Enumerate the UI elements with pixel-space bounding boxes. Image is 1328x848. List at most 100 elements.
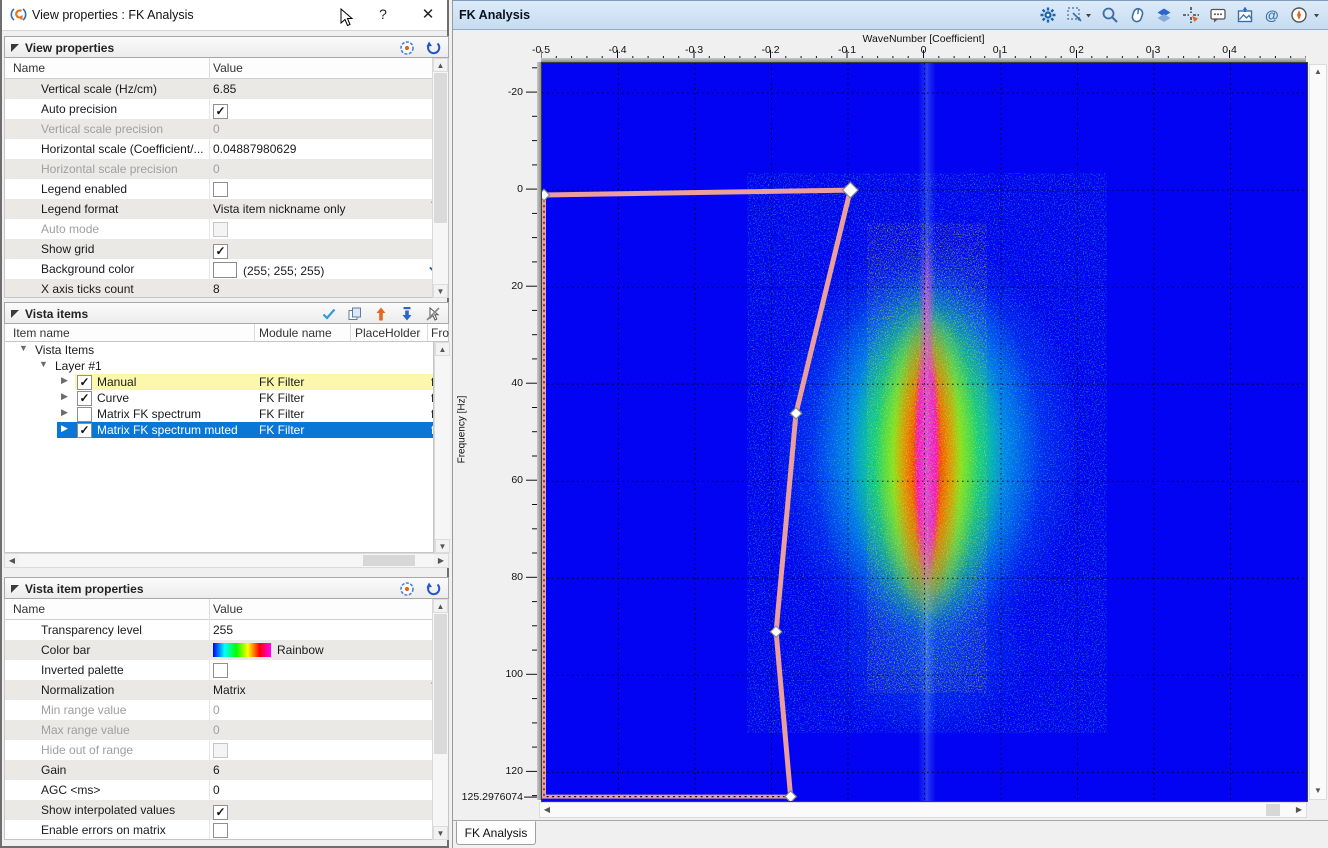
property-row-hide-out-of-range[interactable]: Hide out of range [5, 740, 448, 760]
tree-row-curve[interactable]: ▶✓CurveFK Filterfals [5, 390, 433, 406]
tab-fk-analysis[interactable]: FK Analysis [456, 821, 536, 845]
property-row-gain[interactable]: Gain6 [5, 760, 448, 780]
checkbox[interactable]: ✓ [213, 104, 228, 119]
view-properties-scrollbar[interactable]: ▲ ▼ [432, 58, 448, 298]
collapse-triangle-icon[interactable] [11, 310, 19, 318]
copy-items-icon[interactable] [346, 305, 364, 323]
property-row-agc-ms-[interactable]: AGC <ms>0 [5, 780, 448, 800]
polygon-handle[interactable] [785, 791, 796, 801]
polygon-handle[interactable] [790, 408, 801, 419]
scroll-down-arrow[interactable]: ▼ [1310, 784, 1326, 799]
move-down-icon[interactable] [398, 305, 416, 323]
select-region-icon[interactable] [1066, 6, 1092, 24]
expander-closed-icon[interactable]: ▶ [61, 375, 68, 386]
check-icon[interactable] [320, 305, 338, 323]
property-row-horizontal-scale-coefficient-[interactable]: Horizontal scale (Coefficient/...0.04887… [5, 139, 448, 159]
property-value[interactable] [213, 663, 426, 679]
annotation-icon[interactable]: @ [1263, 6, 1281, 24]
property-row-horizontal-scale-precision[interactable]: Horizontal scale precision0 [5, 159, 448, 179]
scroll-up-arrow[interactable]: ▲ [435, 342, 450, 356]
column-name[interactable]: Name [13, 61, 45, 75]
property-row-inverted-palette[interactable]: Inverted palette [5, 660, 448, 680]
plot-vertical-scrollbar[interactable]: ▲ ▼ [1309, 64, 1327, 800]
fk-spectrum-plot[interactable] [541, 62, 1308, 802]
comment-icon[interactable] [1209, 6, 1227, 24]
tree-row-vista-items[interactable]: ▼Vista Items [5, 342, 433, 358]
panel-header[interactable]: FK Analysis [453, 0, 1328, 30]
scroll-up-arrow[interactable]: ▲ [433, 58, 448, 72]
property-row-color-bar[interactable]: Color barRainbow [5, 640, 448, 660]
mouse-mode-icon[interactable] [1128, 6, 1146, 24]
table-header[interactable]: Name Value [5, 58, 448, 79]
checkbox[interactable]: ✓ [213, 244, 228, 259]
property-row-auto-precision[interactable]: Auto precision✓ [5, 99, 448, 119]
checkbox[interactable] [213, 663, 228, 678]
property-row-transparency-level[interactable]: Transparency level255 [5, 620, 448, 640]
rainbow-colorbar-swatch[interactable] [213, 643, 271, 657]
help-button[interactable]: ? [374, 6, 392, 24]
property-row-min-range-value[interactable]: Min range value0 [5, 700, 448, 720]
pointer-off-icon[interactable] [424, 305, 442, 323]
expander-closed-icon[interactable]: ▶ [61, 391, 68, 402]
polygon-handle[interactable] [542, 189, 550, 200]
column-placeholder[interactable]: PlaceHolder [355, 326, 420, 340]
column-item-name[interactable]: Item name [13, 326, 70, 340]
scroll-up-arrow[interactable]: ▲ [1310, 65, 1326, 80]
close-button[interactable]: ✕ [418, 5, 438, 25]
vista-items-vscrollbar[interactable]: ▲ ▼ [434, 342, 450, 553]
property-row-enable-errors-on-matrix[interactable]: Enable errors on matrix [5, 820, 448, 840]
target-icon[interactable] [398, 39, 416, 57]
vista-item-properties-scrollbar[interactable]: ▲ ▼ [432, 599, 448, 840]
visibility-checkbox[interactable]: ✓ [77, 375, 92, 390]
column-name[interactable]: Name [13, 602, 45, 616]
crosshair-icon[interactable] [1182, 6, 1200, 24]
undo-icon[interactable] [424, 39, 442, 57]
property-row-vertical-scale-hz-cm-[interactable]: Vertical scale (Hz/cm)6.85 [5, 79, 448, 99]
property-value[interactable]: ✓ [213, 102, 426, 119]
scroll-down-arrow[interactable]: ▼ [433, 826, 448, 840]
color-swatch[interactable] [213, 262, 237, 278]
expander-open-icon[interactable]: ▼ [39, 359, 48, 369]
target-icon[interactable] [398, 580, 416, 598]
scroll-left-arrow[interactable]: ◀ [540, 803, 554, 817]
property-value[interactable]: ✓ [213, 803, 426, 820]
vista-items-hscrollbar[interactable]: ◀ ▶ [4, 553, 449, 568]
plot-horizontal-scrollbar[interactable]: ◀ ▶ [539, 802, 1307, 818]
tree-row-manual[interactable]: ▶✓ManualFK Filterfals [5, 374, 433, 390]
column-frozen[interactable]: Fro [431, 326, 449, 340]
property-row-auto-mode[interactable]: Auto mode [5, 219, 448, 239]
scroll-right-arrow[interactable]: ▶ [434, 554, 448, 567]
property-value[interactable] [213, 823, 426, 839]
checkbox[interactable]: ✓ [213, 805, 228, 820]
tree-row-layer-1[interactable]: ▼Layer #1 [5, 358, 433, 374]
tree-row-matrix-fk-spectrum[interactable]: ▶Matrix FK spectrumFK Filterfals [5, 406, 433, 422]
collapse-triangle-icon[interactable] [11, 585, 19, 593]
compass-icon[interactable] [1290, 6, 1320, 24]
undo-icon[interactable] [424, 580, 442, 598]
expander-closed-icon[interactable]: ▶ [61, 423, 68, 434]
property-value[interactable]: Rainbow [213, 643, 426, 657]
property-row-legend-enabled[interactable]: Legend enabled [5, 179, 448, 199]
checkbox[interactable] [213, 823, 228, 838]
polygon-handle[interactable] [843, 182, 859, 198]
property-value[interactable] [213, 182, 426, 198]
column-module-name[interactable]: Module name [259, 326, 332, 340]
tree-row-matrix-fk-spectrum-muted[interactable]: ▶✓Matrix FK spectrum mutedFK Filterfals [5, 422, 433, 438]
property-row-max-range-value[interactable]: Max range value0 [5, 720, 448, 740]
property-row-legend-format[interactable]: ▼Legend formatVista item nickname only [5, 199, 448, 219]
gear-icon[interactable] [1039, 6, 1057, 24]
zoom-icon[interactable] [1101, 6, 1119, 24]
expander-open-icon[interactable]: ▼ [19, 343, 28, 353]
property-row-x-axis-ticks-count[interactable]: X axis ticks count8 [5, 279, 448, 298]
section-vista-items[interactable]: Vista items [4, 302, 449, 324]
dialog-titlebar[interactable]: View properties : FK Analysis ? ✕ [2, 0, 447, 31]
property-value[interactable]: Vista item nickname only [213, 202, 426, 216]
property-value[interactable] [213, 743, 426, 759]
property-row-background-color[interactable]: ↶Background color(255; 255; 255) [5, 259, 448, 279]
property-row-normalization[interactable]: ▼NormalizationMatrix [5, 680, 448, 700]
checkbox[interactable] [213, 182, 228, 197]
property-value[interactable]: ✓ [213, 242, 426, 259]
section-vista-item-properties[interactable]: Vista item properties [4, 577, 449, 599]
scroll-down-arrow[interactable]: ▼ [435, 539, 450, 553]
visibility-checkbox[interactable]: ✓ [77, 391, 92, 406]
